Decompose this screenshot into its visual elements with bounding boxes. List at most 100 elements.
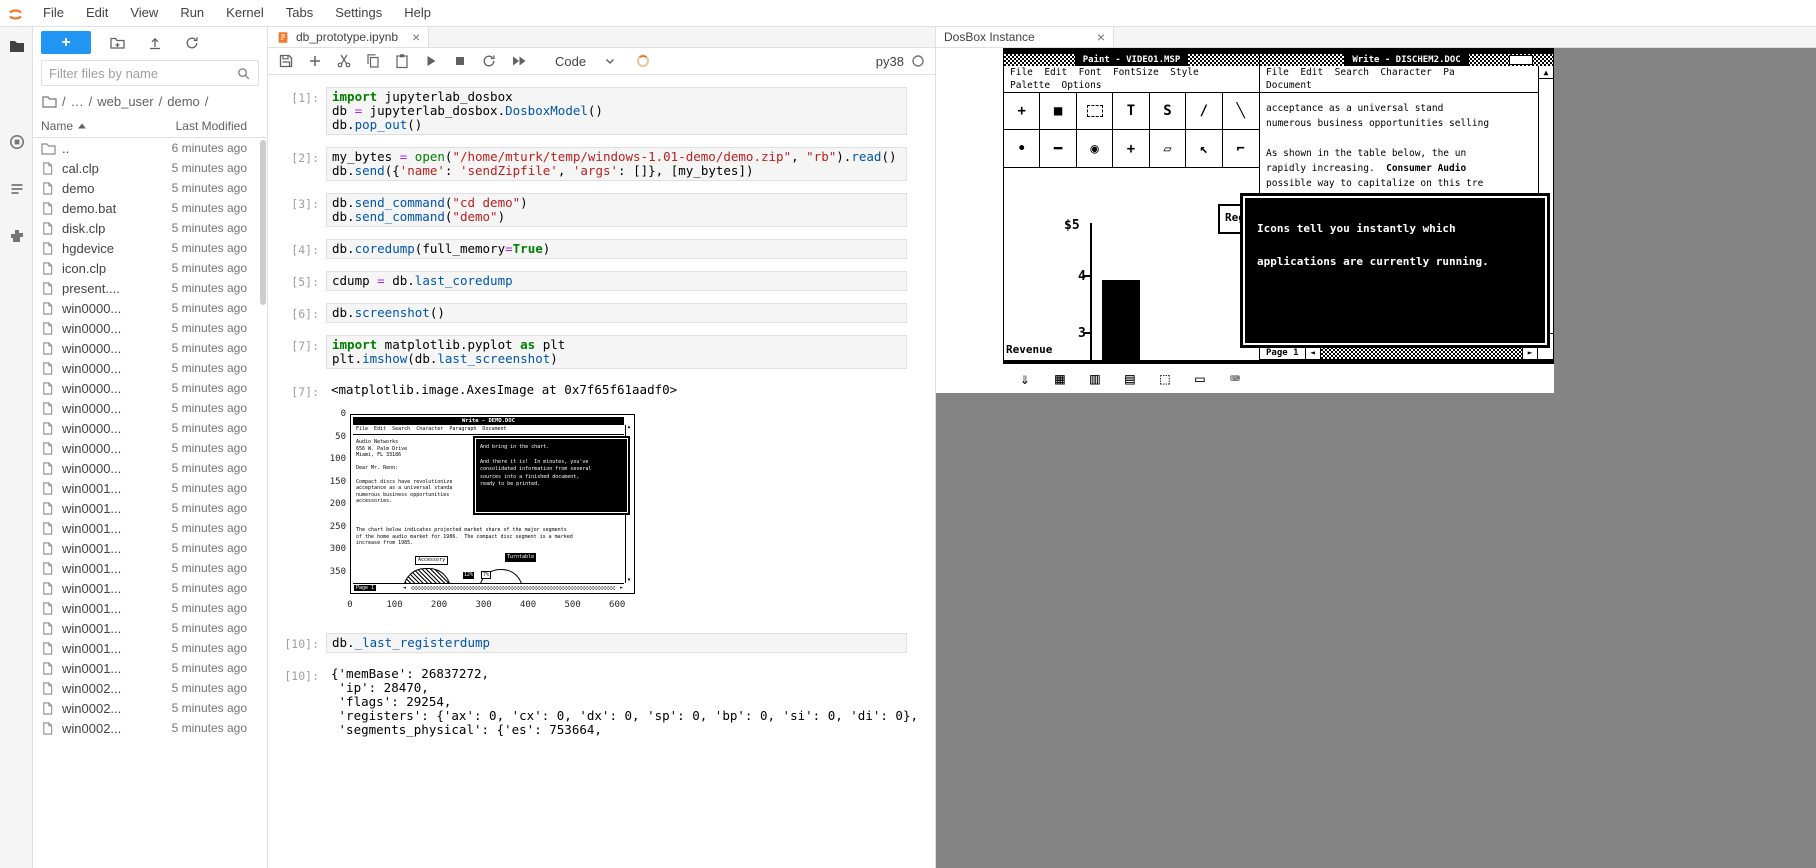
sort-by-modified-header[interactable]: Last Modified	[163, 119, 259, 133]
desktop-app-icon-1[interactable]: ⇓	[1013, 368, 1037, 390]
menu-kernel[interactable]: Kernel	[215, 0, 275, 26]
menu-tabs[interactable]: Tabs	[275, 0, 324, 26]
close-tab-icon[interactable]: ×	[1097, 29, 1105, 45]
file-row[interactable]: win0000... 5 minutes ago	[33, 418, 267, 438]
paint-tool-icon-9[interactable]: ━	[1040, 130, 1077, 167]
cut-cells-button[interactable]	[336, 53, 352, 69]
code-editor[interactable]: cdump = db.last_coredump	[326, 271, 907, 291]
close-tab-icon[interactable]: ×	[412, 29, 420, 45]
kernel-name-label[interactable]: py38	[876, 54, 904, 69]
breadcrumb-segment[interactable]: demo	[167, 94, 200, 109]
file-row[interactable]: win0000... 5 minutes ago	[33, 318, 267, 338]
cell-type-select[interactable]: Code	[555, 54, 616, 69]
home-folder-icon[interactable]	[42, 95, 57, 108]
file-row[interactable]: win0001... 5 minutes ago	[33, 538, 267, 558]
menu-run[interactable]: Run	[169, 0, 215, 26]
run-button[interactable]	[423, 53, 439, 69]
desktop-app-icon-3[interactable]: ▥	[1083, 368, 1107, 390]
file-row[interactable]: win0000... 5 minutes ago	[33, 458, 267, 478]
file-row[interactable]: win0002... 5 minutes ago	[33, 698, 267, 718]
file-row[interactable]: win0000... 5 minutes ago	[33, 338, 267, 358]
restart-run-all-button[interactable]	[510, 53, 528, 69]
code-editor[interactable]: my_bytes = open("/home/mturk/temp/window…	[326, 147, 907, 181]
file-row[interactable]: hgdevice 5 minutes ago	[33, 238, 267, 258]
paint-tool-icon-10[interactable]: ◉	[1077, 130, 1114, 167]
running-kernels-icon[interactable]	[7, 132, 27, 152]
paint-tool-icon-12[interactable]: ▱	[1150, 130, 1187, 167]
file-row[interactable]: win0000... 5 minutes ago	[33, 398, 267, 418]
extensions-icon[interactable]	[7, 226, 27, 246]
code-editor[interactable]: db.coredump(full_memory=True)	[326, 239, 907, 259]
file-list-scrollbar[interactable]	[260, 140, 266, 305]
paint-tool-icon-2[interactable]: ■	[1040, 93, 1077, 130]
restart-kernel-button[interactable]	[481, 53, 497, 69]
file-row[interactable]: present.... 5 minutes ago	[33, 278, 267, 298]
write-maximize-box[interactable]	[1509, 55, 1533, 65]
file-row[interactable]: win0001... 5 minutes ago	[33, 518, 267, 538]
code-editor[interactable]: import jupyterlab_dosbox db = jupyterlab_…	[326, 87, 907, 135]
file-row[interactable]: win0001... 5 minutes ago	[33, 478, 267, 498]
paint-tool-icon-14[interactable]: ⌐	[1223, 130, 1259, 167]
save-button[interactable]	[278, 53, 294, 69]
desktop-app-icon-7[interactable]: ⌨	[1223, 368, 1247, 390]
filter-files-input[interactable]: Filter files by name	[41, 60, 259, 86]
file-row[interactable]: win0000... 5 minutes ago	[33, 298, 267, 318]
paint-menubar-row1[interactable]: File Edit Font FontSize Style	[1004, 66, 1259, 79]
code-editor[interactable]: import matplotlib.pyplot as plt plt.imsho…	[326, 335, 907, 369]
menu-file[interactable]: File	[32, 0, 75, 26]
paint-tool-icon-5[interactable]: S	[1149, 93, 1187, 130]
file-row[interactable]: disk.clp 5 minutes ago	[33, 218, 267, 238]
write-menubar-row1[interactable]: File Edit Search Character Pa	[1260, 66, 1553, 79]
file-row[interactable]: win0001... 5 minutes ago	[33, 558, 267, 578]
paint-tool-icon-13[interactable]: ↖	[1186, 130, 1223, 167]
file-row[interactable]: .. 6 minutes ago	[33, 138, 267, 158]
file-row[interactable]: win0001... 5 minutes ago	[33, 658, 267, 678]
file-row[interactable]: win0001... 5 minutes ago	[33, 578, 267, 598]
file-row[interactable]: win0001... 5 minutes ago	[33, 598, 267, 618]
add-cell-button[interactable]	[307, 53, 323, 69]
paint-tool-icon-8[interactable]: •	[1004, 130, 1041, 167]
interrupt-kernel-button[interactable]	[452, 53, 468, 69]
paint-tool-icon-7[interactable]: ╲	[1222, 93, 1259, 130]
paint-tool-icon-1[interactable]: +	[1004, 93, 1041, 130]
paint-tool-icon-3[interactable]	[1076, 93, 1114, 130]
sort-by-name-header[interactable]: Name	[41, 119, 163, 133]
menu-edit[interactable]: Edit	[75, 0, 119, 26]
refresh-button[interactable]	[184, 35, 200, 51]
breadcrumb-segment[interactable]: …	[71, 94, 84, 109]
desktop-app-icon-6[interactable]: ▭	[1188, 368, 1212, 390]
tab-dosbox[interactable]: DosBox Instance ×	[936, 27, 1114, 47]
paint-canvas[interactable]: $5 4 3 Revenue Reg	[1004, 168, 1259, 360]
paint-tool-icon-11[interactable]: +	[1113, 130, 1150, 167]
paint-titlebar[interactable]: Paint - VIDEO1.MSP	[1004, 54, 1259, 66]
desktop-app-icon-5[interactable]: ⬚	[1153, 368, 1177, 390]
write-menubar-row2[interactable]: Document	[1260, 79, 1553, 93]
file-row[interactable]: win0000... 5 minutes ago	[33, 438, 267, 458]
code-editor[interactable]: db.send_command("cd demo") db.send_comman…	[326, 193, 907, 227]
file-row[interactable]: icon.clp 5 minutes ago	[33, 258, 267, 278]
menu-help[interactable]: Help	[393, 0, 442, 26]
paint-tool-icon-4[interactable]: T	[1113, 93, 1150, 130]
new-folder-button[interactable]	[109, 35, 126, 51]
code-editor[interactable]: db._last_registerdump	[326, 633, 907, 653]
paint-tool-icon-6[interactable]: /	[1186, 93, 1223, 130]
dosbox-screen[interactable]: Paint - VIDEO1.MSP File Edit Font FontSi…	[1003, 48, 1554, 393]
copy-cells-button[interactable]	[365, 53, 381, 69]
upload-button[interactable]	[147, 35, 163, 51]
paste-cells-button[interactable]	[394, 53, 410, 69]
file-browser-icon[interactable]	[7, 36, 27, 56]
file-row[interactable]: win0000... 5 minutes ago	[33, 358, 267, 378]
table-of-contents-icon[interactable]	[7, 179, 27, 199]
new-launcher-button[interactable]: +	[41, 31, 91, 54]
file-row[interactable]: demo.bat 5 minutes ago	[33, 198, 267, 218]
menu-settings[interactable]: Settings	[324, 0, 393, 26]
write-horizontal-scrollbar[interactable]: Page 1 ◄ ►	[1260, 346, 1538, 359]
file-row[interactable]: win0001... 5 minutes ago	[33, 498, 267, 518]
file-row[interactable]: win0001... 5 minutes ago	[33, 618, 267, 638]
file-row[interactable]: win0002... 5 minutes ago	[33, 718, 267, 738]
desktop-app-icon-4[interactable]: ▤	[1118, 368, 1142, 390]
file-row[interactable]: win0000... 5 minutes ago	[33, 378, 267, 398]
file-row[interactable]: cal.clp 5 minutes ago	[33, 158, 267, 178]
breadcrumb-segment[interactable]: web_user	[97, 94, 153, 109]
file-row[interactable]: demo 5 minutes ago	[33, 178, 267, 198]
